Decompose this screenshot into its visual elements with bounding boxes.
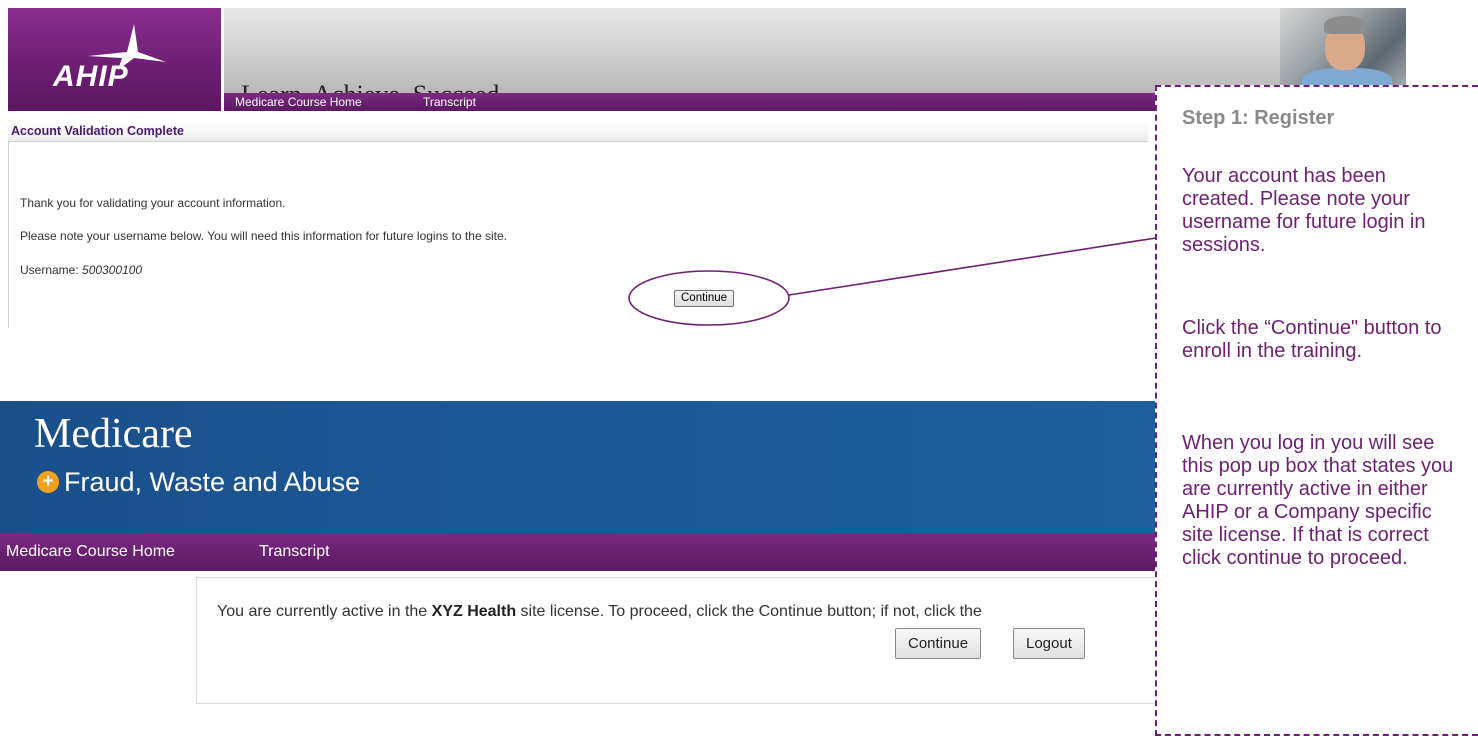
callout-pointer-line [788, 237, 1157, 296]
nav-transcript[interactable]: Transcript [423, 95, 476, 109]
username-value: 500300100 [82, 263, 143, 277]
username-line: Username: 500300100 [20, 263, 142, 277]
callout-paragraph-1: Your account has been created. Please no… [1182, 165, 1426, 256]
thank-you-text: Thank you for validating your account in… [20, 196, 286, 210]
callout-title: Step 1: Register [1182, 107, 1335, 129]
logout-button[interactable]: Logout [1013, 628, 1085, 659]
section-title: Account Validation Complete [11, 124, 184, 138]
company-name: XYZ Health [431, 603, 517, 620]
divider [8, 142, 9, 328]
username-label: Username: [20, 263, 83, 277]
site-license-dialog: You are currently active in the XYZ Heal… [196, 577, 1160, 704]
medicare-subtitle: Fraud, Waste and Abuse [64, 467, 361, 497]
nav-medicare-course-home[interactable]: Medicare Course Home [6, 543, 175, 561]
medicare-nav-bar: Medicare Course Home Transcript [0, 533, 1158, 571]
message-text-after: site license. To proceed, click the Cont… [516, 603, 982, 620]
nav-medicare-course-home[interactable]: Medicare Course Home [235, 95, 362, 109]
ahip-logo: AHIP [8, 8, 221, 111]
ahip-logo-text: AHIP [53, 60, 129, 93]
continue-button[interactable]: Continue [895, 628, 982, 659]
instruction-callout: Step 1: Register Your account has been c… [1155, 85, 1478, 736]
message-text-before: You are currently active in the [217, 603, 432, 620]
callout-paragraph-2: Click the “Continue" button to enroll in… [1182, 317, 1442, 362]
site-license-message: You are currently active in the XYZ Heal… [217, 603, 982, 621]
header-photo [1280, 8, 1406, 98]
ahip-continue-button[interactable]: Continue [674, 290, 735, 307]
plus-icon: + [37, 471, 59, 493]
username-note-text: Please note your username below. You wil… [20, 229, 507, 243]
nav-transcript[interactable]: Transcript [259, 543, 330, 561]
section-header: Account Validation Complete [8, 122, 1148, 142]
callout-paragraph-3: When you log in you will see this pop up… [1182, 432, 1454, 569]
medicare-title: Medicare [34, 411, 193, 457]
